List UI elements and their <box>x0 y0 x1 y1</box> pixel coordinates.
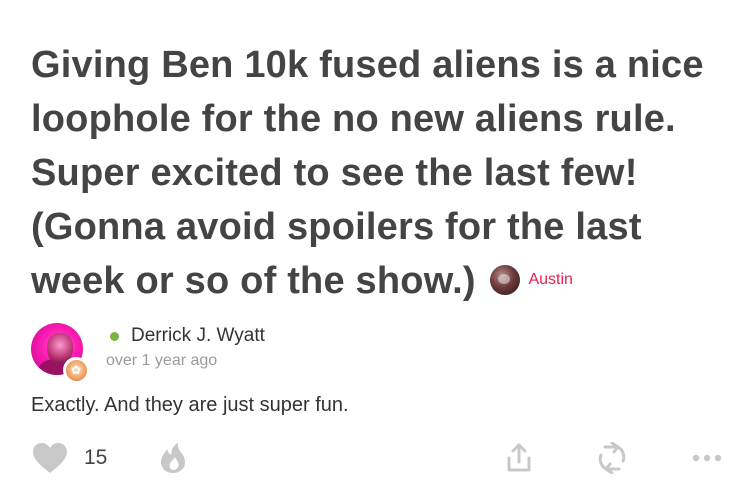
quote-text: Giving Ben 10k fused aliens is a nice lo… <box>31 44 704 302</box>
repost-icon[interactable] <box>595 440 629 476</box>
quote-author-link[interactable]: Austin <box>528 253 572 307</box>
quote-author[interactable]: Austin <box>490 253 573 307</box>
badge-icon: ✿ <box>65 359 87 381</box>
user-badge: ✿ <box>63 357 89 383</box>
heart-icon[interactable] <box>31 440 69 476</box>
flame-icon[interactable] <box>158 440 188 476</box>
action-bar: 15 <box>0 440 751 480</box>
share-icon[interactable] <box>503 440 535 476</box>
username-row: Derrick J. Wyatt <box>110 325 265 347</box>
ellipsis-icon[interactable] <box>690 440 724 476</box>
username[interactable]: Derrick J. Wyatt <box>131 325 265 347</box>
comment-text: Exactly. And they are just super fun. <box>31 394 349 416</box>
like-count: 15 <box>84 446 108 469</box>
timestamp: over 1 year ago <box>106 352 218 369</box>
quote-author-avatar[interactable] <box>490 264 521 295</box>
online-status-dot <box>110 331 119 341</box>
quoted-post: Giving Ben 10k fused aliens is a nice lo… <box>31 38 731 310</box>
post-card: Giving Ben 10k fused aliens is a nice lo… <box>0 0 751 495</box>
